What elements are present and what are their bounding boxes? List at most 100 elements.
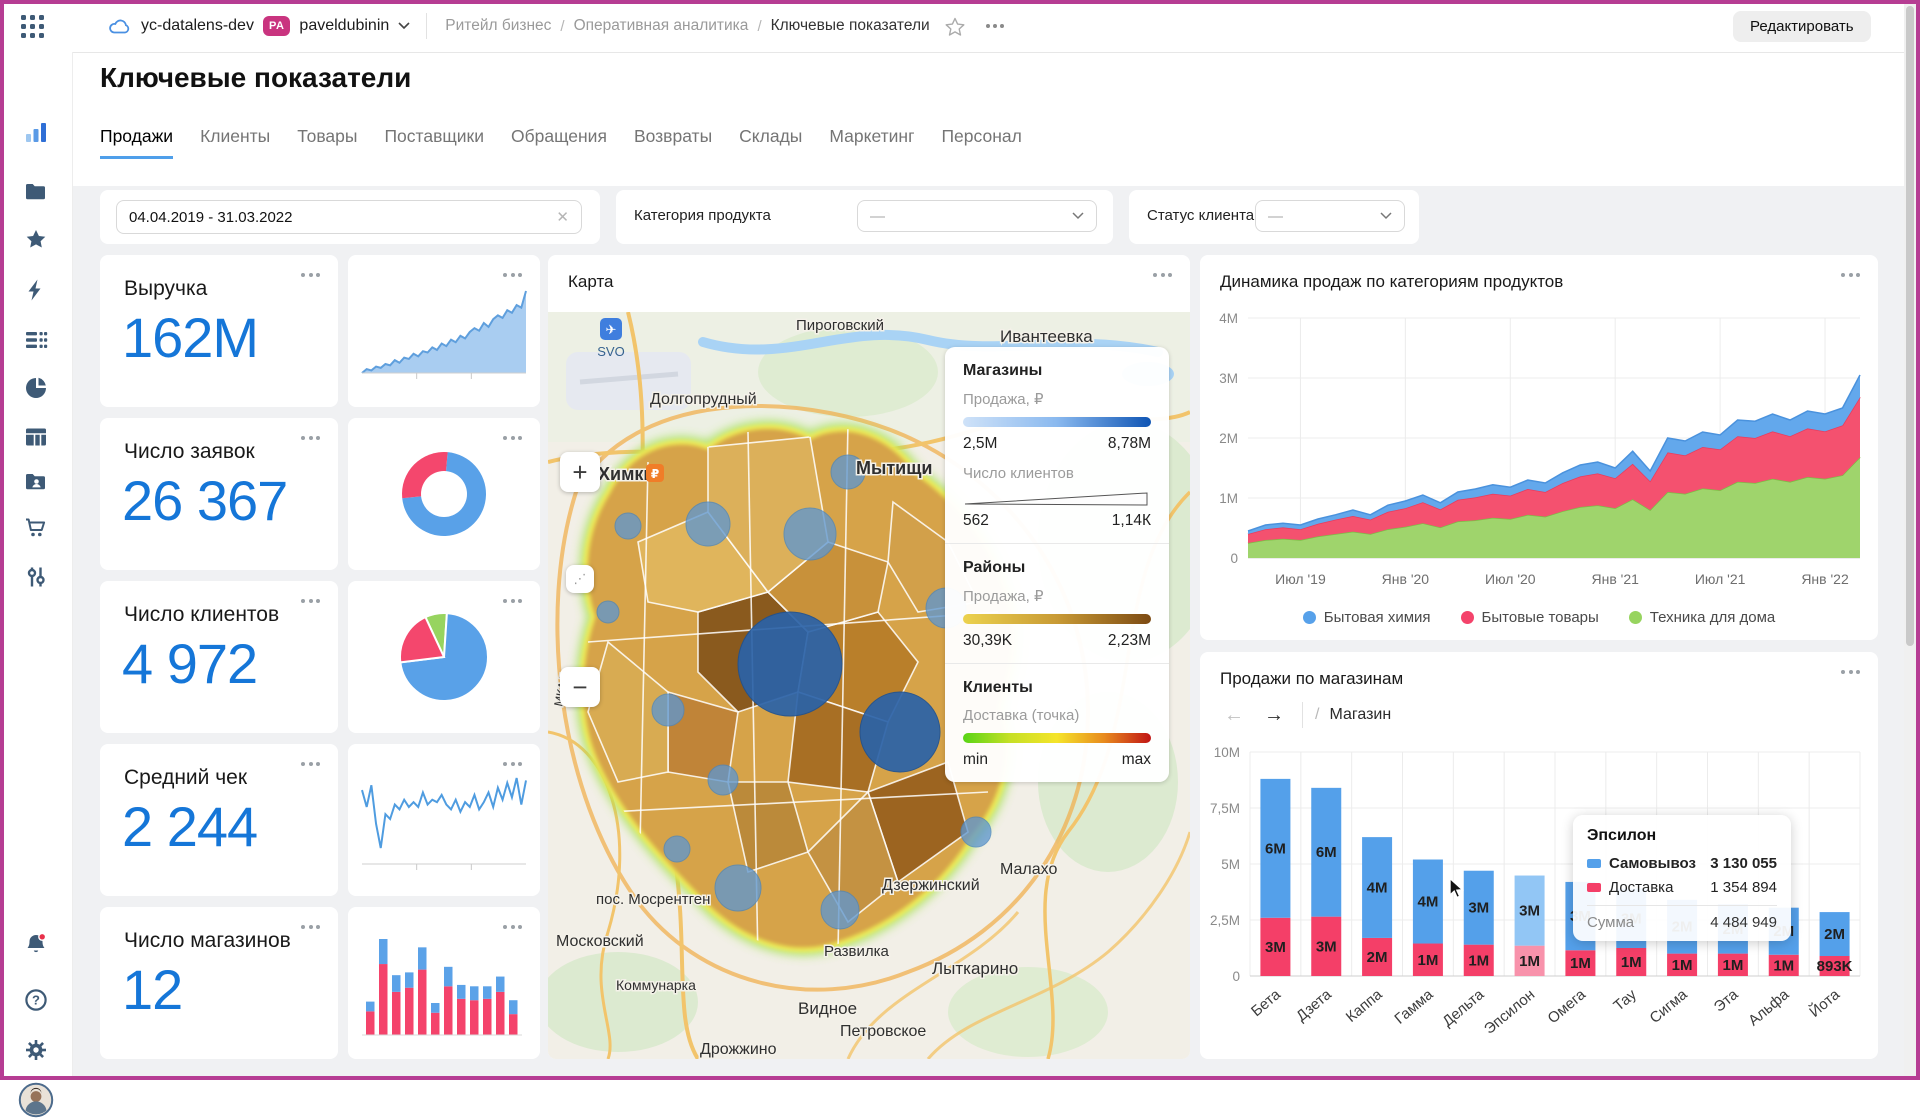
map-bubble[interactable] [615, 513, 641, 539]
map-bubble[interactable] [784, 508, 836, 560]
map-bubble[interactable] [860, 692, 940, 772]
card-menu-button[interactable] [297, 269, 324, 281]
kpi-value: 2 244 [122, 794, 257, 859]
map-ruler-button[interactable]: ⋰ [566, 565, 594, 593]
map-legend: Магазины Продажа, ₽ 2,5М8,78М Число клие… [945, 347, 1169, 782]
card-menu-button[interactable] [297, 595, 324, 607]
card-menu-button[interactable] [297, 921, 324, 933]
tab-Возвраты[interactable]: Возвраты [634, 126, 712, 159]
tab-Обращения[interactable]: Обращения [511, 126, 607, 159]
mini-chart-card-requests [348, 418, 540, 570]
dashboard-tabs: Продажи Клиенты Товары Поставщики Обращения В… [100, 126, 1022, 159]
tooltip-total-row: Сумма 4 484 949 [1587, 914, 1777, 931]
svg-text:6М: 6М [1265, 840, 1286, 857]
card-menu-button[interactable] [499, 269, 526, 281]
legend-item[interactable]: Бытовые товары [1461, 609, 1599, 626]
brown-gradient-bar [963, 614, 1151, 624]
clear-date-icon[interactable]: ✕ [556, 208, 569, 226]
user-avatar-badge: PA [263, 16, 290, 36]
favorite-star-icon[interactable] [944, 16, 966, 37]
map-widget: Карта [548, 255, 1190, 1059]
tab-Продажи[interactable]: Продажи [100, 126, 173, 159]
chevron-down-icon [1072, 212, 1084, 220]
services-sliders-icon[interactable] [23, 564, 49, 590]
tenant-switcher[interactable]: yc-datalens-dev PA paveldubinin [108, 16, 410, 36]
tab-Клиенты[interactable]: Клиенты [200, 126, 270, 159]
map-place-label: Дзержинский [882, 877, 980, 894]
map-zoom-out-button[interactable]: − [560, 667, 600, 707]
card-menu-button[interactable] [499, 595, 526, 607]
tab-Склады[interactable]: Склады [739, 126, 802, 159]
card-menu-button[interactable] [499, 758, 526, 770]
chart-tooltip: Эпсилон Самовывоз 3 130 055 Доставка 1 3… [1573, 815, 1791, 941]
svg-text:0: 0 [1232, 969, 1240, 984]
svg-text:Дельта: Дельта [1439, 986, 1488, 1031]
map-bubble[interactable] [961, 817, 991, 847]
map-place-label: Петровское [840, 1023, 926, 1040]
lightning-icon[interactable] [23, 277, 49, 303]
notifications-bell-icon[interactable] [23, 932, 49, 958]
folder-icon[interactable] [23, 179, 49, 205]
tab-Поставщики[interactable]: Поставщики [384, 126, 484, 159]
svg-text:✈: ✈ [606, 322, 617, 337]
map-place-label: Долгопрудный [650, 391, 757, 408]
map-bubble[interactable] [652, 694, 684, 726]
svg-text:?: ? [32, 992, 40, 1007]
list-view-icon[interactable] [23, 327, 49, 353]
map-bubble[interactable] [821, 891, 859, 929]
card-menu-button[interactable] [297, 758, 324, 770]
breadcrumb-item[interactable]: Ритейл бизнес [445, 17, 551, 35]
mini-chart-card-avg-check [348, 744, 540, 896]
user-avatar[interactable] [18, 1082, 54, 1118]
svg-text:1М: 1М [1519, 953, 1540, 970]
map-zoom-in-button[interactable]: + [560, 452, 600, 492]
map-bubble[interactable] [664, 836, 690, 862]
category-dynamics-widget: Динамика продаж по категориям продуктов … [1200, 255, 1878, 640]
card-menu-button[interactable] [499, 921, 526, 933]
map-bubble[interactable] [738, 612, 842, 716]
tab-Товары[interactable]: Товары [297, 126, 357, 159]
map-bubble[interactable] [715, 865, 761, 911]
category-filter-select[interactable]: — [857, 200, 1097, 232]
edit-button[interactable]: Редактировать [1733, 11, 1871, 42]
svg-text:Йота: Йота [1806, 985, 1844, 1021]
map-place-label: Лыткарино [932, 959, 1018, 978]
favorites-star-icon[interactable] [23, 227, 49, 253]
card-menu-button[interactable] [297, 432, 324, 444]
pie-chart-icon[interactable] [23, 375, 49, 401]
blue-gradient-bar [963, 417, 1151, 427]
date-range-input[interactable]: 04.04.2019 - 31.03.2022 ✕ [116, 200, 582, 234]
kpi-label: Число магазинов [124, 929, 291, 953]
map-bubble[interactable] [597, 601, 619, 623]
status-filter-select[interactable]: — [1255, 200, 1405, 232]
tab-Персонал[interactable]: Персонал [941, 126, 1021, 159]
svg-text:3М: 3М [1316, 938, 1337, 955]
card-menu-button[interactable] [1149, 269, 1176, 281]
map-bubble[interactable] [686, 502, 730, 546]
map-bubble[interactable] [708, 765, 738, 795]
map-place-label: Ивантеевка [1000, 327, 1093, 346]
cloud-icon [108, 16, 132, 36]
scrollbar-thumb[interactable] [1906, 6, 1914, 646]
legend-item[interactable]: Техника для дома [1629, 609, 1775, 626]
datalens-logo-icon[interactable] [23, 120, 49, 146]
legend-item[interactable]: Бытовая химия [1303, 609, 1431, 626]
kpi-value: 26 367 [122, 468, 287, 533]
settings-gear-icon[interactable] [23, 1037, 49, 1063]
cart-icon[interactable] [23, 515, 49, 541]
shared-folder-icon[interactable] [23, 469, 49, 495]
breadcrumb-item[interactable]: Оперативная аналитика [574, 17, 749, 35]
help-icon[interactable]: ? [23, 987, 49, 1013]
svg-text:1М: 1М [1468, 952, 1489, 969]
svg-text:Бета: Бета [1248, 986, 1285, 1020]
table-icon[interactable] [23, 424, 49, 450]
svg-text:3M: 3M [1219, 371, 1238, 386]
svg-text:4M: 4M [1219, 311, 1238, 326]
tab-Маркетинг[interactable]: Маркетинг [829, 126, 914, 159]
heat-gradient-bar [963, 733, 1151, 743]
apps-grid-icon[interactable] [21, 15, 44, 38]
card-menu-button[interactable] [499, 432, 526, 444]
header-more-button[interactable] [986, 24, 1004, 28]
page-scrollbar[interactable] [1904, 4, 1916, 1076]
svg-text:1М: 1М [1773, 957, 1794, 974]
